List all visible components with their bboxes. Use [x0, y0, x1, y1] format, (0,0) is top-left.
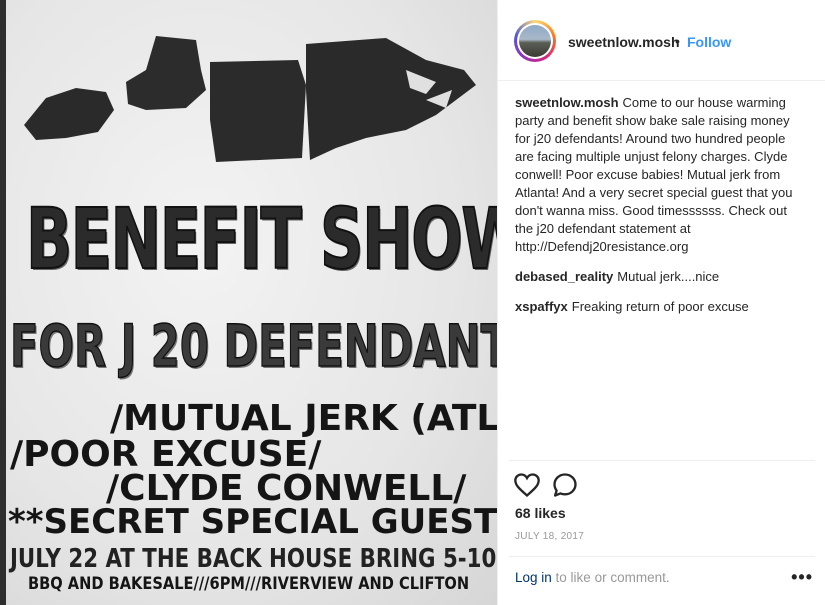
north-carolina-map-graphic: [24, 36, 476, 162]
comment-username[interactable]: debased_reality: [515, 269, 613, 284]
post-image[interactable]: BENEFIT SHOW FOR J 20 DEFENDANTS /MUTUAL…: [6, 0, 497, 605]
flyer-date-line: JULY 22 AT THE BACK HOUSE BRING 5-10 BUC…: [10, 544, 497, 574]
post-footer: Log in to like or comment. •••: [509, 556, 815, 605]
post-date[interactable]: JULY 18, 2017: [515, 531, 584, 542]
comment-icon[interactable]: [551, 471, 579, 499]
flyer-details-line: BBQ AND BAKESALE///6PM///RIVERVIEW AND C…: [28, 574, 470, 594]
login-prompt: Log in to like or comment.: [515, 570, 670, 585]
login-link[interactable]: Log in: [515, 570, 552, 585]
avatar-image: [519, 25, 551, 57]
follow-button[interactable]: Follow: [687, 34, 731, 50]
comments-list: sweetnlow.mosh Come to our house warming …: [515, 94, 805, 328]
comment-item: xspaffyx Freaking return of poor excuse: [515, 298, 805, 316]
more-options-icon[interactable]: •••: [791, 567, 813, 588]
avatar[interactable]: [514, 20, 556, 62]
comment-item: debased_reality Mutual jerk....nice: [515, 268, 805, 286]
separator-dot: •: [675, 33, 680, 49]
likes-count[interactable]: 68 likes: [515, 505, 566, 521]
post-actions: 68 likes JULY 18, 2017: [509, 460, 815, 551]
comment-text: Come to our house warming party and bene…: [515, 95, 793, 254]
post-side-panel: sweetnlow.mosh • Follow sweetnlow.mosh Co…: [497, 0, 825, 605]
flyer-subheadline: FOR J 20 DEFENDANTS: [9, 311, 497, 381]
comment-text: Mutual jerk....nice: [617, 269, 720, 284]
caption-comment: sweetnlow.mosh Come to our house warming …: [515, 94, 805, 256]
flyer-headline: BENEFIT SHOW: [25, 189, 497, 289]
post-header: sweetnlow.mosh • Follow: [498, 0, 825, 81]
login-suffix: to like or comment.: [551, 570, 670, 585]
flyer-band-4: **SECRET SPECIAL GUEST**: [8, 502, 497, 542]
heart-icon[interactable]: [513, 471, 541, 499]
header-username[interactable]: sweetnlow.mosh: [568, 34, 680, 50]
comment-username[interactable]: xspaffyx: [515, 299, 568, 314]
flyer-band-1: /MUTUAL JERK (ATL)/: [110, 398, 497, 439]
comment-username[interactable]: sweetnlow.mosh: [515, 95, 619, 110]
comment-text: Freaking return of poor excuse: [571, 299, 749, 314]
